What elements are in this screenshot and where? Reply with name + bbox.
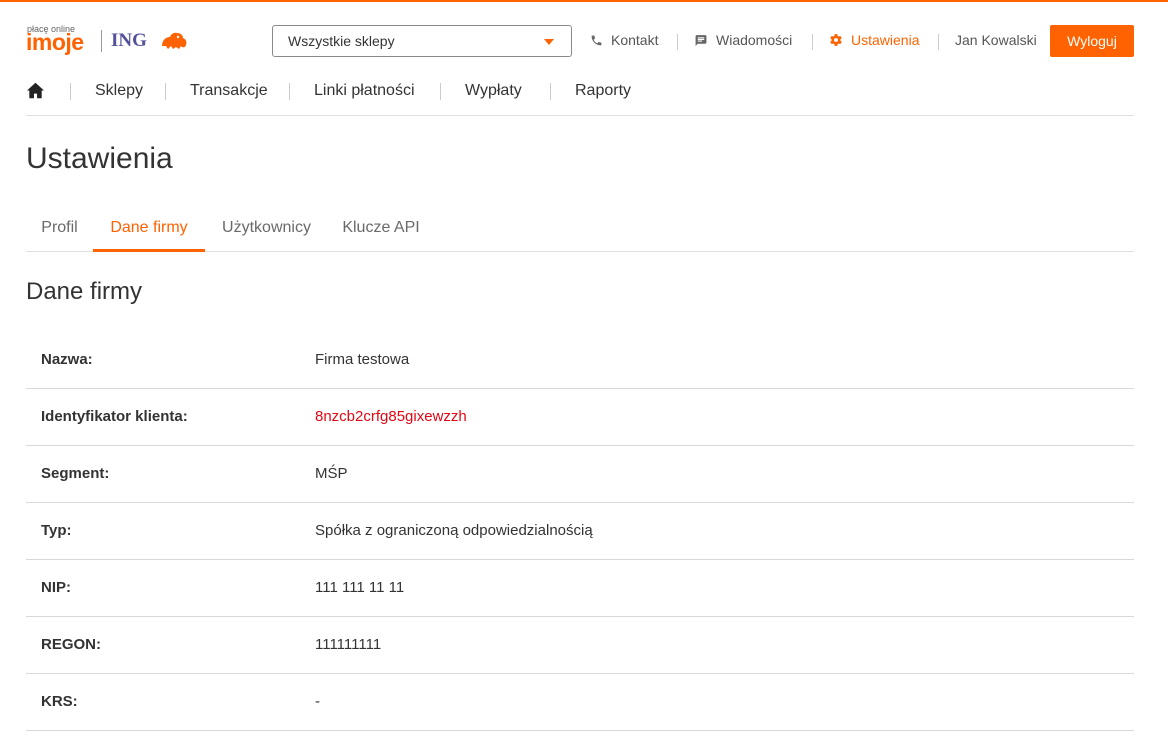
user-name-label: Jan Kowalski xyxy=(955,32,1037,48)
settings-label: Ustawienia xyxy=(851,32,920,48)
divider xyxy=(938,34,939,50)
detail-value: 111 111 11 11 xyxy=(315,579,405,596)
divider xyxy=(70,83,71,100)
nav-item-wyplaty[interactable]: Wypłaty xyxy=(465,82,522,100)
page-title: Ustawienia xyxy=(26,142,173,175)
detail-row-typ: Typ: Spółka z ograniczoną odpowiedzialno… xyxy=(26,503,1134,560)
nav-item-linki-platnosci[interactable]: Linki płatności xyxy=(314,82,415,100)
section-title: Dane firmy xyxy=(26,278,143,305)
detail-label: REGON: xyxy=(41,636,101,653)
detail-row-identyfikator: Identyfikator klienta: 8nzcb2crfg85gixew… xyxy=(26,389,1134,446)
settings-link[interactable]: Ustawienia xyxy=(829,32,919,48)
divider xyxy=(812,34,813,50)
divider xyxy=(677,34,678,50)
tab-profil[interactable]: Profil xyxy=(26,206,93,252)
detail-label: Segment: xyxy=(41,465,110,482)
contact-link[interactable]: Kontakt xyxy=(590,32,658,48)
store-select[interactable]: Wszystkie sklepy xyxy=(272,25,572,57)
store-select-value: Wszystkie sklepy xyxy=(288,33,395,49)
detail-label: Identyfikator klienta: xyxy=(41,408,188,425)
logo-divider xyxy=(101,30,102,52)
logo[interactable]: płacę online imoje ING xyxy=(26,24,196,55)
detail-value: Spółka z ograniczoną odpowiedzialnością xyxy=(315,522,593,539)
home-link[interactable] xyxy=(26,82,45,103)
phone-icon xyxy=(591,35,602,45)
main-nav: Sklepy Transakcje Linki płatności Wypłat… xyxy=(26,70,1134,116)
company-details-table: Nazwa: Firma testowa Identyfikator klien… xyxy=(26,332,1134,731)
nav-item-transakcje[interactable]: Transakcje xyxy=(190,82,268,100)
detail-value: Firma testowa xyxy=(315,351,410,368)
logo-partner: ING xyxy=(111,30,147,51)
divider xyxy=(440,83,441,100)
detail-row-nazwa: Nazwa: Firma testowa xyxy=(26,332,1134,389)
divider xyxy=(550,83,551,100)
logo-brand: imoje xyxy=(26,29,84,55)
detail-label: NIP: xyxy=(41,579,71,596)
chevron-down-icon xyxy=(544,39,554,45)
user-name[interactable]: Jan Kowalski xyxy=(955,32,1037,48)
ing-lion-icon xyxy=(162,32,187,49)
detail-label: Typ: xyxy=(41,522,72,539)
tab-dane-firmy[interactable]: Dane firmy xyxy=(93,206,205,252)
settings-tabs: Profil Dane firmy Użytkownicy Klucze API xyxy=(26,206,1134,252)
detail-label: KRS: xyxy=(41,693,78,710)
detail-row-nip: NIP: 111 111 11 11 xyxy=(26,560,1134,617)
detail-label: Nazwa: xyxy=(41,351,93,368)
detail-value: 111111111 xyxy=(315,636,382,653)
divider xyxy=(289,83,290,100)
messages-label: Wiadomości xyxy=(716,32,793,48)
message-icon xyxy=(695,34,707,46)
home-icon xyxy=(27,82,44,99)
tab-klucze-api[interactable]: Klucze API xyxy=(328,206,434,252)
gear-icon xyxy=(830,34,842,46)
nav-item-raporty[interactable]: Raporty xyxy=(575,82,631,100)
detail-row-krs: KRS: - xyxy=(26,674,1134,731)
tab-uzytkownicy[interactable]: Użytkownicy xyxy=(205,206,328,252)
detail-value: MŚP xyxy=(315,465,348,482)
detail-row-regon: REGON: 111111111 xyxy=(26,617,1134,674)
nav-item-sklepy[interactable]: Sklepy xyxy=(95,82,143,100)
logout-button[interactable]: Wyloguj xyxy=(1050,25,1134,57)
client-id-value[interactable]: 8nzcb2crfg85gixewzzh xyxy=(315,408,467,425)
contact-label: Kontakt xyxy=(611,32,659,48)
detail-row-segment: Segment: MŚP xyxy=(26,446,1134,503)
divider xyxy=(165,83,166,100)
detail-value: - xyxy=(315,693,320,710)
header: płacę online imoje ING Wszystkie sklepy … xyxy=(26,2,1134,64)
messages-link[interactable]: Wiadomości xyxy=(694,32,792,48)
